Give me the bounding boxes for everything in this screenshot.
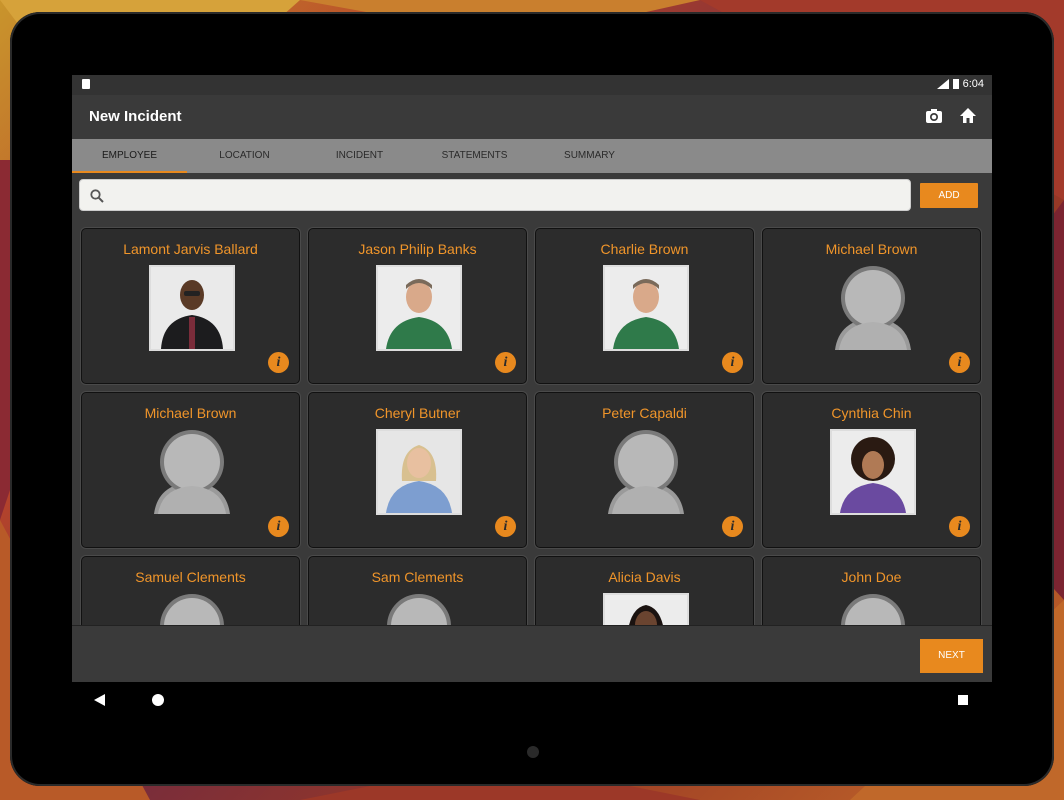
tab-summary[interactable]: SUMMARY [532, 139, 647, 173]
page-title: New Incident [89, 108, 182, 125]
search-row: ADD [72, 173, 992, 219]
tab-incident[interactable]: INCIDENT [302, 139, 417, 173]
info-button[interactable]: i [268, 516, 289, 537]
recents-icon[interactable] [958, 695, 968, 705]
signal-icon [936, 79, 949, 89]
employee-photo [149, 265, 235, 351]
employee-card[interactable]: Lamont Jarvis Ballard i [81, 228, 300, 384]
tab-employee[interactable]: EMPLOYEE [72, 139, 187, 173]
add-button[interactable]: ADD [920, 183, 978, 208]
employee-name: Cheryl Butner [374, 405, 461, 421]
info-button[interactable]: i [268, 352, 289, 373]
employee-name: Alicia Davis [608, 569, 681, 585]
employee-name: Michael Brown [825, 241, 918, 257]
employee-name: John Doe [841, 569, 902, 585]
employee-name: Samuel Clements [135, 569, 246, 585]
tab-statements[interactable]: STATEMENTS [417, 139, 532, 173]
front-camera [527, 746, 539, 758]
status-time: 6:04 [962, 78, 984, 90]
employee-card[interactable]: Peter Capaldi i [535, 392, 754, 548]
employee-card[interactable]: Samuel Clements [81, 556, 300, 625]
employee-card[interactable]: John Doe [762, 556, 981, 625]
info-button[interactable]: i [722, 352, 743, 373]
employee-card[interactable]: Michael Brown i [762, 228, 981, 384]
back-icon[interactable] [94, 694, 105, 706]
info-button[interactable]: i [722, 516, 743, 537]
employee-photo [603, 593, 689, 625]
employee-name: Lamont Jarvis Ballard [123, 241, 258, 257]
bottom-bar: NEXT [72, 625, 992, 683]
employee-card[interactable]: Cheryl Butner i [308, 392, 527, 548]
info-button[interactable]: i [949, 352, 970, 373]
search-icon [90, 189, 104, 203]
employee-card[interactable]: Sam Clements [308, 556, 527, 625]
search-input[interactable] [112, 186, 896, 208]
employee-name: Jason Philip Banks [358, 241, 477, 257]
screen: 6:04 New Incident EMPLOYEE LOCATION INCI… [72, 75, 992, 718]
employee-card[interactable]: Charlie Brown i [535, 228, 754, 384]
employee-name: Cynthia Chin [831, 405, 912, 421]
next-button[interactable]: NEXT [920, 639, 983, 673]
avatar-placeholder-icon [841, 594, 905, 625]
avatar-placeholder-icon [387, 594, 451, 625]
tab-bar: EMPLOYEE LOCATION INCIDENT STATEMENTS SU… [72, 139, 992, 173]
info-button[interactable]: i [495, 352, 516, 373]
info-button[interactable]: i [949, 516, 970, 537]
employee-name: Charlie Brown [600, 241, 689, 257]
home-icon[interactable] [958, 106, 978, 126]
camera-icon[interactable] [924, 106, 944, 126]
system-nav-bar [72, 682, 992, 718]
employee-photo [376, 429, 462, 515]
employee-card[interactable]: Cynthia Chin i [762, 392, 981, 548]
avatar-placeholder-icon [160, 594, 224, 625]
avatar-placeholder-icon [608, 430, 684, 514]
employee-name: Sam Clements [371, 569, 464, 585]
employee-grid: Lamont Jarvis Ballard i Jason Philip Ban… [80, 227, 984, 625]
home-nav-icon[interactable] [152, 694, 164, 706]
search-box[interactable] [79, 179, 911, 211]
employee-photo [830, 429, 916, 515]
avatar-placeholder-icon [835, 266, 911, 350]
employee-card[interactable]: Michael Brown i [81, 392, 300, 548]
employee-photo [376, 265, 462, 351]
app-bar: New Incident [72, 95, 992, 139]
avatar-placeholder-icon [154, 430, 230, 514]
employee-photo [603, 265, 689, 351]
employee-name: Peter Capaldi [602, 405, 687, 421]
tab-location[interactable]: LOCATION [187, 139, 302, 173]
employee-card[interactable]: Jason Philip Banks i [308, 228, 527, 384]
employee-name: Michael Brown [144, 405, 237, 421]
sd-card-icon [82, 79, 90, 89]
battery-icon [952, 79, 959, 89]
info-button[interactable]: i [495, 516, 516, 537]
status-bar: 6:04 [72, 75, 992, 95]
employee-card[interactable]: Alicia Davis [535, 556, 754, 625]
